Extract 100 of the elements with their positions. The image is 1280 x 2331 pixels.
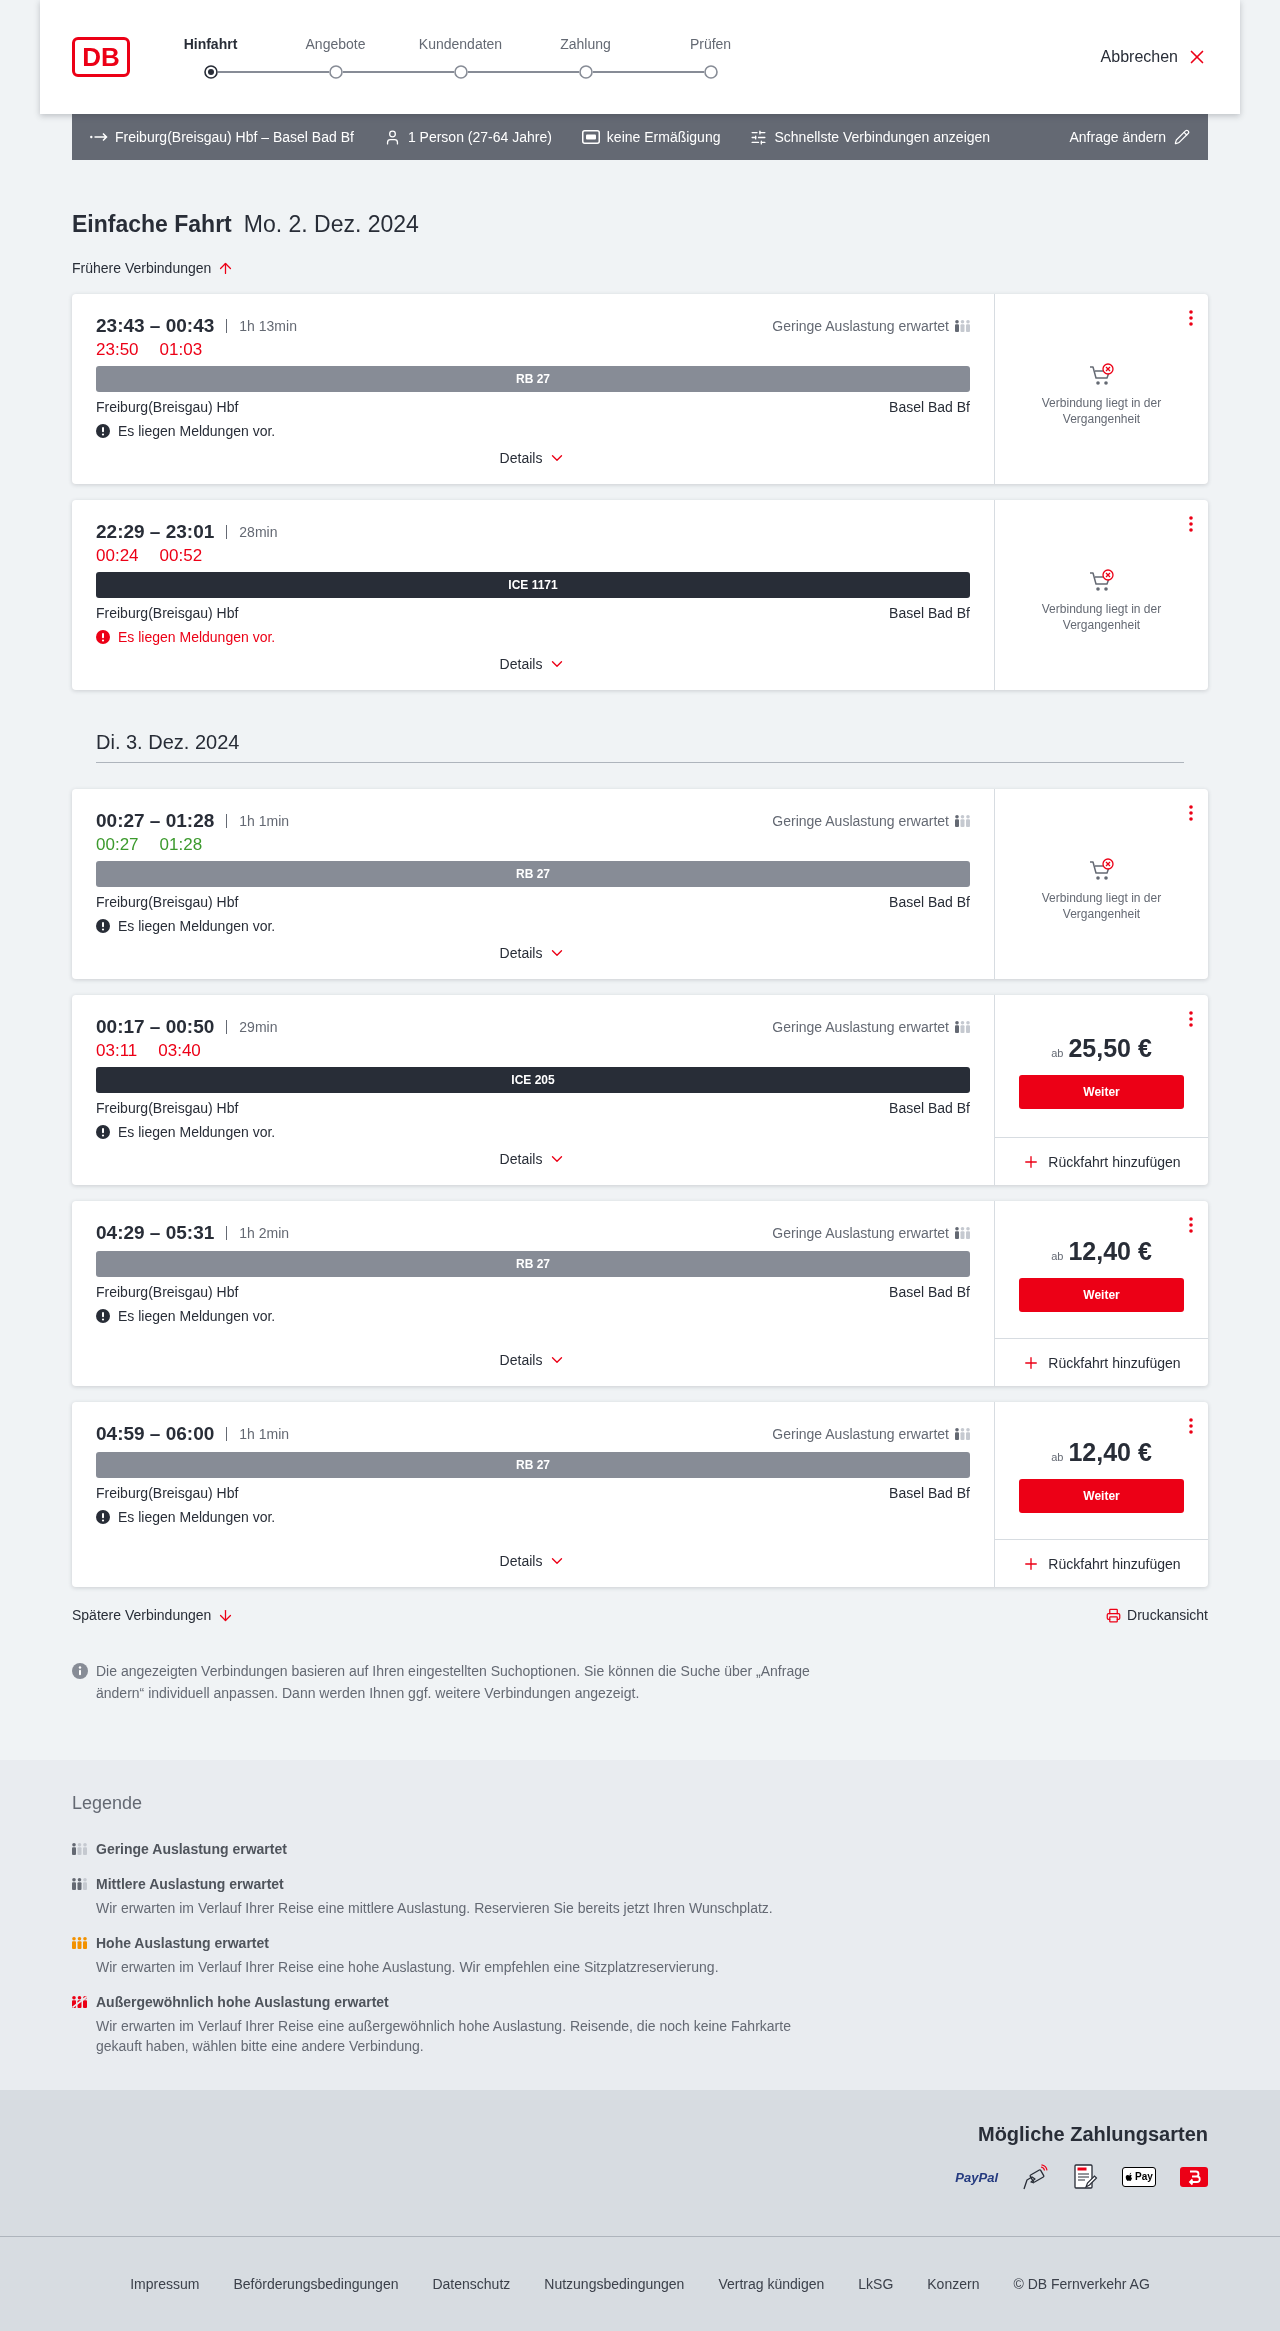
printer-icon bbox=[1106, 1607, 1122, 1623]
past-connection-text: Verbindung liegt in der Vergangenheit bbox=[1040, 601, 1163, 633]
hand-card-icon bbox=[1022, 2164, 1048, 2190]
copyright-text: © DB Fernverkehr AG bbox=[1013, 2276, 1150, 2292]
connection-times: 22:29 – 23:01 bbox=[96, 520, 215, 544]
footer-link[interactable]: Impressum bbox=[130, 2276, 200, 2292]
more-icon[interactable] bbox=[1189, 310, 1193, 326]
connection-times: 04:29 – 05:31 bbox=[96, 1221, 215, 1245]
legend-item-title: Mittlere Auslastung erwartet bbox=[96, 1875, 285, 1894]
return-trip-button[interactable]: Rückfahrt hinzufügen bbox=[995, 1339, 1208, 1386]
date-heading: Di. 3. Dez. 2024 bbox=[96, 728, 1184, 763]
step-label: Kundendaten bbox=[418, 35, 503, 53]
card-icon bbox=[581, 130, 600, 144]
more-icon[interactable] bbox=[1189, 1418, 1193, 1434]
realtime-departure: 23:50 bbox=[96, 340, 139, 360]
duration-text: 1h 2min bbox=[239, 1225, 290, 1241]
price-prefix: ab bbox=[1051, 1046, 1064, 1059]
departure-station: Freiburg(Breisgau) Hbf bbox=[96, 1100, 239, 1116]
people-icon bbox=[72, 1878, 87, 1890]
footer-link[interactable]: Datenschutz bbox=[432, 2276, 511, 2292]
legend-item-title: Außergewöhnlich hohe Auslastung erwartet bbox=[96, 1993, 390, 2012]
duration-text: 1h 1min bbox=[239, 1426, 290, 1442]
return-trip-button[interactable]: Rückfahrt hinzufügen bbox=[995, 1138, 1208, 1185]
details-button[interactable]: Details bbox=[495, 939, 571, 967]
app-tile-icon bbox=[1180, 2167, 1208, 2187]
duration-text: 1h 13min bbox=[239, 318, 297, 334]
passengers-text: 1 Person (27-64 Jahre) bbox=[407, 129, 552, 145]
details-button[interactable]: Details bbox=[495, 444, 571, 472]
more-icon[interactable] bbox=[1189, 1011, 1193, 1027]
train-bar: ICE 1171 bbox=[96, 572, 970, 598]
info-text: Die angezeigten Verbindungen basieren auf Ihren eingestellten Suchoptionen. Sie können die Suche über „Anfrage ändern“ individuell anpassen. Dann werden Ihnen ggf. weitere Verbindungen angezeigt. bbox=[96, 1662, 811, 1703]
continue-button[interactable]: Weiter bbox=[1019, 1479, 1184, 1513]
more-icon[interactable] bbox=[1189, 516, 1193, 532]
legend-item-description: Wir erwarten im Verlauf Ihrer Reise eine mittlere Auslastung. Reservieren Sie bereits jetzt Ihren Wunschplatz. bbox=[96, 1899, 774, 1918]
footer-link[interactable]: Beförderungsbedingungen bbox=[233, 2276, 399, 2292]
occupancy-text: Geringe Auslastung erwartet bbox=[772, 1225, 949, 1241]
more-icon[interactable] bbox=[1189, 1217, 1193, 1233]
train-bar: RB 27 bbox=[96, 1452, 970, 1478]
details-button[interactable]: Details bbox=[495, 1346, 571, 1374]
connection-times: 00:17 – 00:50 bbox=[96, 1015, 215, 1039]
continue-button[interactable]: Weiter bbox=[1019, 1278, 1184, 1312]
realtime-departure: 03:11 bbox=[96, 1041, 138, 1061]
people-icon bbox=[955, 815, 970, 827]
people-icon bbox=[955, 1428, 970, 1440]
continue-button[interactable]: Weiter bbox=[1019, 1074, 1184, 1109]
connection-times: 00:27 – 01:28 bbox=[96, 809, 215, 833]
details-button[interactable]: Details bbox=[495, 650, 571, 678]
footer-link[interactable]: Nutzungsbedingungen bbox=[544, 2276, 685, 2292]
discount-text: keine Ermäßigung bbox=[606, 129, 721, 145]
connection-times: 23:43 – 00:43 bbox=[96, 314, 215, 338]
arrival-station: Basel Bad Bf bbox=[889, 1284, 970, 1300]
train-bar: RB 27 bbox=[96, 861, 970, 887]
cart-icon bbox=[1088, 363, 1115, 387]
step-label: Prüfen bbox=[689, 35, 732, 53]
db-logo: DB bbox=[72, 37, 130, 77]
duration-text: 28min bbox=[239, 524, 278, 540]
price-text: 12,40 € bbox=[1068, 1236, 1152, 1267]
details-button[interactable]: Details bbox=[495, 1547, 571, 1575]
step-label: Angebote bbox=[305, 35, 366, 53]
departure-station: Freiburg(Breisgau) Hbf bbox=[96, 894, 239, 910]
arrival-station: Basel Bad Bf bbox=[889, 1485, 970, 1501]
realtime-arrival: 01:28 bbox=[159, 835, 203, 855]
legend-item-title: Hohe Auslastung erwartet bbox=[96, 1934, 270, 1953]
print-view-link[interactable]: Druckansicht bbox=[1106, 1605, 1208, 1625]
return-trip-button[interactable]: Rückfahrt hinzufügen bbox=[995, 1540, 1208, 1587]
legend-item-description: Wir erwarten im Verlauf Ihrer Reise eine hohe Auslastung. Wir empfehlen eine Sitzplatzreservierung. bbox=[96, 1958, 720, 1977]
train-bar: RB 27 bbox=[96, 366, 970, 392]
connection-times: 04:59 – 06:00 bbox=[96, 1422, 215, 1446]
step-label: Zahlung bbox=[560, 35, 611, 53]
departure-station: Freiburg(Breisgau) Hbf bbox=[96, 1284, 239, 1300]
more-icon[interactable] bbox=[1189, 805, 1193, 821]
cancel-button[interactable]: Abbrechen bbox=[1100, 46, 1208, 68]
payment-title: Mögliche Zahlungsarten bbox=[977, 2122, 1208, 2147]
footer-link[interactable]: Konzern bbox=[927, 2276, 980, 2292]
people-icon bbox=[72, 1843, 87, 1855]
later-connections-link[interactable]: Spätere Verbindungen bbox=[72, 1605, 235, 1625]
people-icon bbox=[72, 1937, 87, 1949]
earlier-connections-link[interactable]: Frühere Verbindungen bbox=[72, 258, 235, 278]
step-label: Hinfahrt bbox=[183, 35, 238, 53]
message-text: Es liegen Meldungen vor. bbox=[118, 918, 276, 934]
apple-icon bbox=[1125, 2171, 1135, 2183]
message-text: Es liegen Meldungen vor. bbox=[118, 1124, 276, 1140]
footer-link[interactable]: LkSG bbox=[858, 2276, 894, 2292]
route-arrow-icon bbox=[90, 132, 108, 142]
departure-station: Freiburg(Breisgau) Hbf bbox=[96, 605, 239, 621]
trip-type-title: Einfache Fahrt bbox=[72, 210, 232, 239]
price-prefix: ab bbox=[1051, 1250, 1064, 1262]
info-icon bbox=[72, 1663, 88, 1679]
cart-icon bbox=[1088, 569, 1115, 593]
details-button[interactable]: Details bbox=[495, 1145, 571, 1173]
past-connection-text: Verbindung liegt in der Vergangenheit bbox=[1040, 395, 1163, 427]
people-icon bbox=[955, 1021, 970, 1033]
train-bar: ICE 205 bbox=[96, 1067, 970, 1093]
realtime-departure: 00:27 bbox=[96, 835, 139, 855]
message-text: Es liegen Meldungen vor. bbox=[118, 423, 276, 439]
past-connection-text: Verbindung liegt in der Vergangenheit bbox=[1040, 890, 1163, 922]
message-text: Es liegen Meldungen vor. bbox=[118, 1509, 276, 1525]
edit-request-button[interactable]: Anfrage ändern bbox=[1069, 129, 1190, 145]
footer-link[interactable]: Vertrag kündigen bbox=[718, 2276, 825, 2292]
arrival-station: Basel Bad Bf bbox=[889, 399, 970, 415]
